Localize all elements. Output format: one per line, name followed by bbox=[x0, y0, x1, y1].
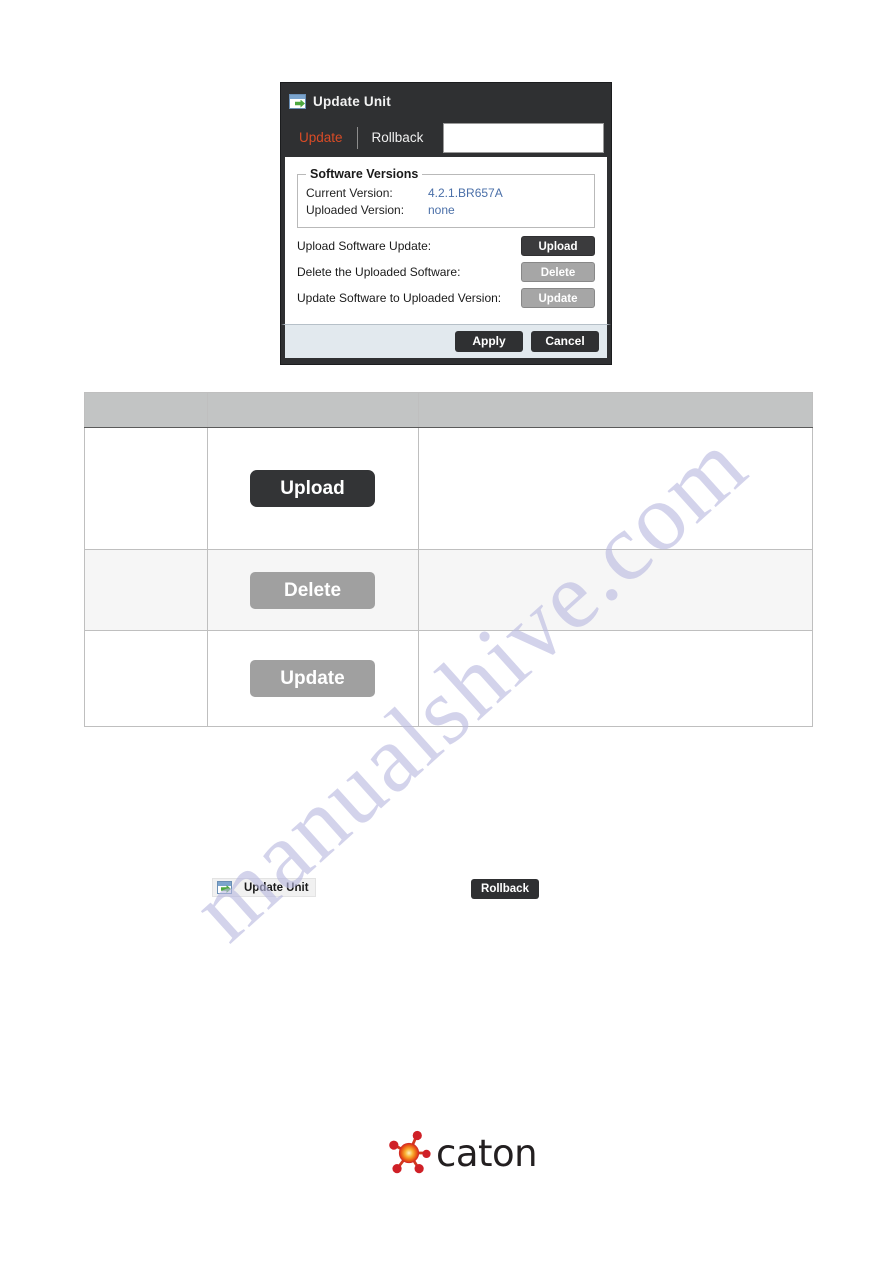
current-version-value: 4.2.1.BR657A bbox=[428, 186, 503, 200]
table-cell-name bbox=[84, 427, 208, 550]
table-cell-description bbox=[418, 549, 813, 631]
tab-rollback[interactable]: Rollback bbox=[360, 125, 436, 151]
dialog-tab-strip: Update Rollback bbox=[281, 119, 611, 157]
inline-rollback-button[interactable]: Rollback bbox=[471, 879, 539, 899]
update-unit-dialog: Update Unit Update Rollback Software Ver… bbox=[280, 82, 612, 365]
table-row: Update bbox=[84, 630, 813, 727]
update-action-row: Update Software to Uploaded Version: Upd… bbox=[297, 288, 595, 308]
table-cell-name bbox=[84, 630, 208, 727]
table-cell-description bbox=[418, 427, 813, 550]
table-header-col-a bbox=[84, 392, 208, 428]
table-row: Upload bbox=[84, 427, 813, 550]
dialog-footer: Apply Cancel bbox=[281, 324, 611, 358]
upload-action-label: Upload Software Update: bbox=[297, 239, 432, 253]
delete-button-illustration[interactable]: Delete bbox=[250, 571, 375, 609]
update-button-illustration[interactable]: Update bbox=[250, 660, 375, 697]
inline-update-unit-label: Update Unit bbox=[244, 881, 309, 894]
update-action-label: Update Software to Uploaded Version: bbox=[297, 291, 502, 305]
tab-update[interactable]: Update bbox=[287, 125, 355, 151]
table-header-col-b bbox=[207, 392, 419, 428]
table-header-col-c bbox=[418, 392, 813, 428]
table-cell-button: Update bbox=[207, 630, 419, 727]
uploaded-version-row: Uploaded Version: none bbox=[306, 203, 586, 217]
uploaded-version-value: none bbox=[428, 203, 455, 217]
table-cell-description bbox=[418, 630, 813, 727]
delete-action-label: Delete the Uploaded Software: bbox=[297, 265, 461, 279]
dialog-body: Software Versions Current Version: 4.2.1… bbox=[281, 157, 611, 324]
window-arrow-icon bbox=[217, 881, 232, 894]
cancel-button[interactable]: Cancel bbox=[531, 331, 599, 352]
software-versions-group: Software Versions Current Version: 4.2.1… bbox=[297, 167, 595, 228]
table-cell-button: Delete bbox=[207, 549, 419, 631]
window-image-icon bbox=[289, 93, 306, 109]
dialog-title: Update Unit bbox=[313, 93, 391, 109]
dialog-titlebar: Update Unit bbox=[281, 83, 611, 119]
caton-logo: caton bbox=[386, 1130, 538, 1176]
inline-update-unit-reference: Update Unit bbox=[212, 878, 316, 897]
current-version-row: Current Version: 4.2.1.BR657A bbox=[306, 186, 586, 200]
tab-strip-input[interactable] bbox=[443, 123, 604, 153]
tab-separator bbox=[356, 127, 358, 149]
table-header-row bbox=[84, 392, 813, 428]
upload-button-illustration[interactable]: Upload bbox=[250, 470, 375, 507]
software-versions-legend: Software Versions bbox=[310, 167, 419, 181]
table-cell-name bbox=[84, 549, 208, 631]
molecule-star-icon bbox=[389, 1130, 431, 1174]
uploaded-version-label: Uploaded Version: bbox=[306, 203, 405, 217]
current-version-label: Current Version: bbox=[306, 186, 393, 200]
upload-button[interactable]: Upload bbox=[521, 236, 595, 256]
delete-button[interactable]: Delete bbox=[521, 262, 595, 282]
apply-button[interactable]: Apply bbox=[455, 331, 523, 352]
dialog-bottom-edge bbox=[281, 358, 611, 364]
delete-action-row: Delete the Uploaded Software: Delete bbox=[297, 262, 595, 282]
update-button[interactable]: Update bbox=[521, 288, 595, 308]
button-description-table: Upload Delete Update bbox=[84, 392, 813, 727]
table-row: Delete bbox=[84, 549, 813, 631]
table-cell-button: Upload bbox=[207, 427, 419, 550]
caton-logo-text: caton bbox=[436, 1131, 538, 1175]
upload-action-row: Upload Software Update: Upload bbox=[297, 236, 595, 256]
